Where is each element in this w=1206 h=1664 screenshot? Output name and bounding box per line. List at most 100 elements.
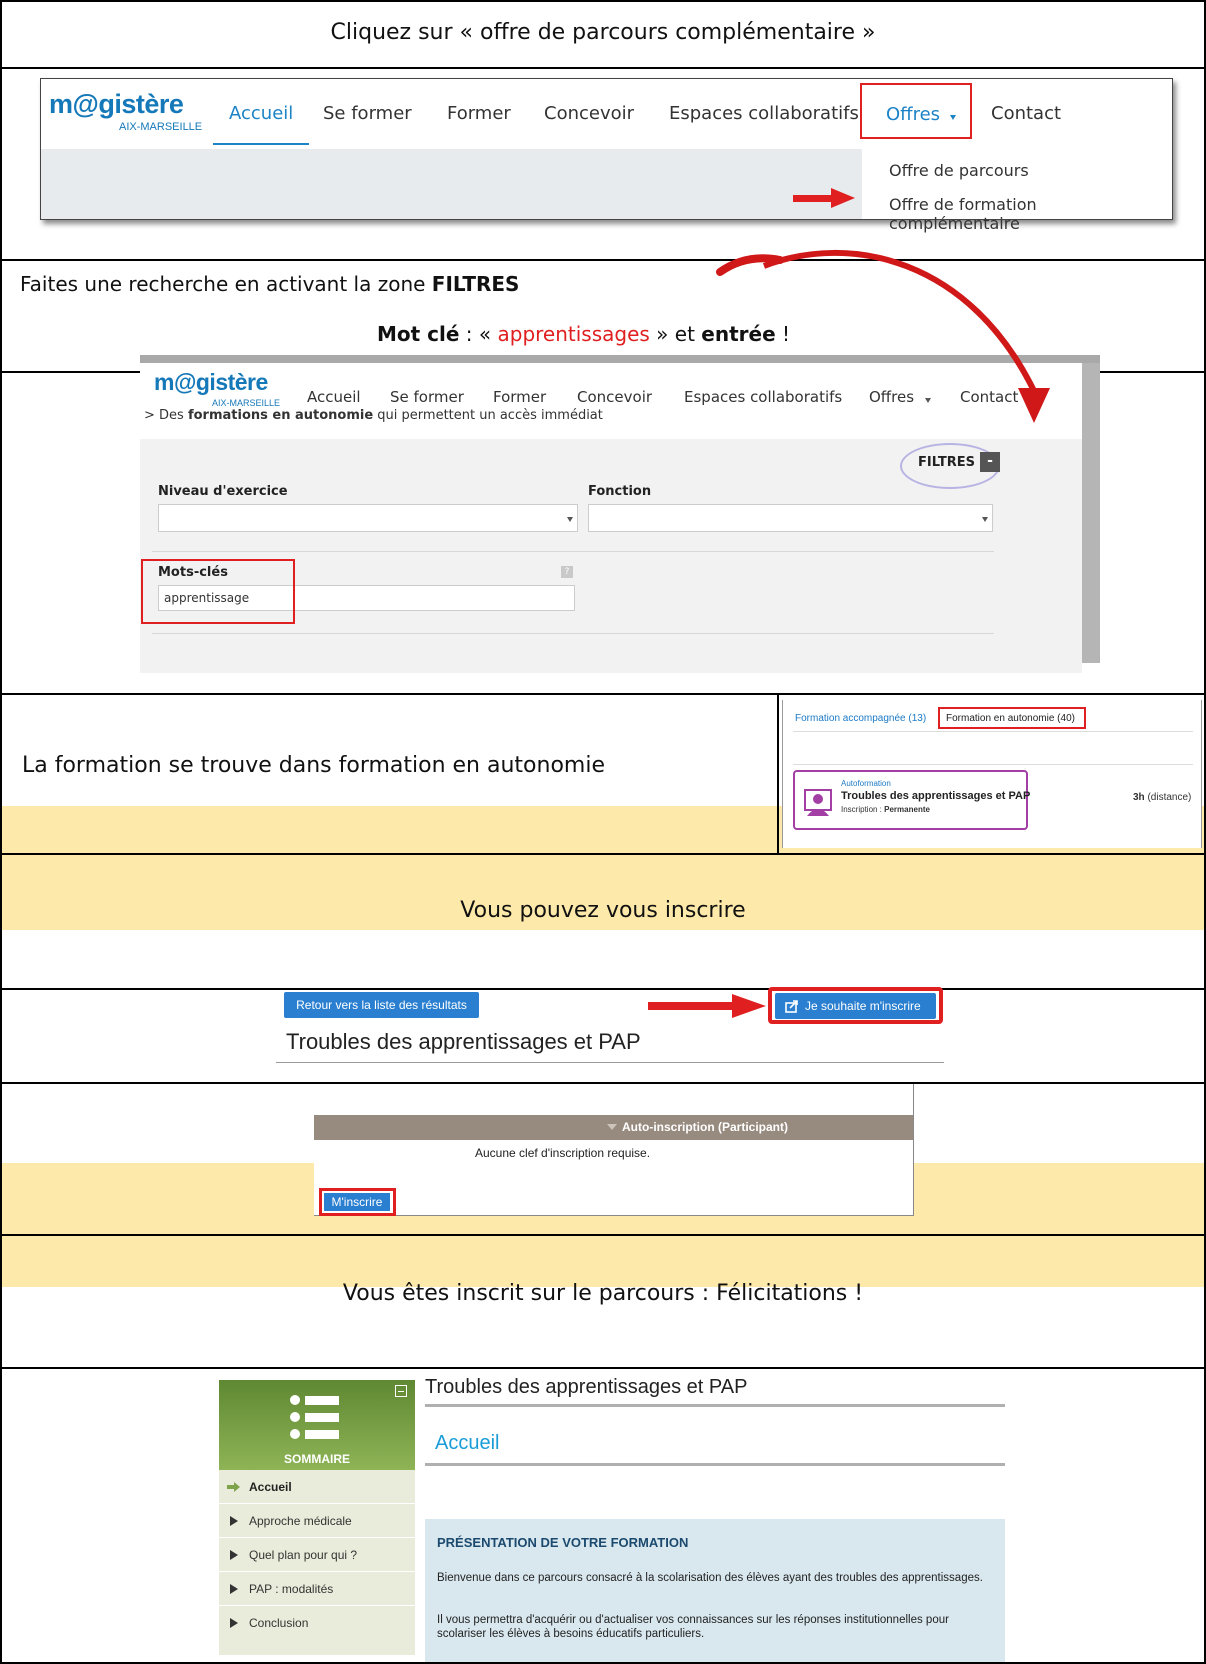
- card-duration-bold: 3h: [1133, 792, 1145, 803]
- menu-item-pap[interactable]: PAP : modalités: [219, 1572, 415, 1606]
- fonction-select[interactable]: [588, 504, 993, 532]
- tabs-underline: [793, 731, 1193, 732]
- keyword-value: apprentissages: [497, 322, 650, 346]
- screenshot-right-bar: [1082, 363, 1100, 663]
- triangle-right-icon: [230, 1550, 238, 1560]
- help-icon[interactable]: ?: [561, 566, 573, 578]
- tab-autonomie[interactable]: Formation en autonomie (40): [946, 713, 1075, 724]
- caret-down-icon: [607, 1124, 617, 1130]
- magistere-nav-screenshot: m@gistère AIX-MARSEILLE Accueil Se forme…: [40, 78, 1173, 233]
- filters-label[interactable]: FILTRES: [918, 455, 975, 470]
- step3-text: La formation se trouve dans formation en…: [22, 753, 605, 778]
- triangle-right-icon: [230, 1584, 238, 1594]
- arrow-right-icon: [793, 188, 855, 208]
- enrol-me-button[interactable]: M'inscrire: [324, 1193, 390, 1211]
- table-border: [0, 1234, 1206, 1236]
- keyword-sep: : «: [459, 322, 498, 346]
- caret-down-icon: [567, 517, 573, 522]
- presentation-paragraph-2: Il vous permettra d'acquérir ou d'actual…: [437, 1614, 949, 1640]
- presentation-title: PRÉSENTATION DE VOTRE FORMATION: [437, 1535, 689, 1550]
- keyword-label: Mot clé: [377, 322, 460, 346]
- menu-item-conclusion[interactable]: Conclusion: [219, 1606, 415, 1640]
- step1-instruction: Cliquez sur « offre de parcours compléme…: [330, 20, 876, 45]
- keyword-mid: » et: [649, 322, 702, 346]
- nav-offres[interactable]: Offres: [886, 104, 940, 125]
- caret-down-icon: [950, 115, 956, 120]
- tab-accompagnee[interactable]: Formation accompagnée (13): [795, 713, 926, 724]
- back-to-results-button[interactable]: Retour vers la liste des résultats: [284, 992, 479, 1018]
- card-duration: 3h (distance): [1133, 792, 1191, 803]
- table-border: [0, 0, 2, 1664]
- nav-espaces-collaboratifs[interactable]: Espaces collaboratifs: [669, 103, 859, 124]
- sommaire-header: SOMMAIRE: [219, 1380, 415, 1470]
- card-inscription: Inscription : Permanente: [841, 805, 930, 814]
- course-home-screenshot: SOMMAIRE Accueil Approche médicale Quel …: [219, 1380, 419, 1655]
- triangle-right-icon: [230, 1516, 238, 1526]
- collapse-icon[interactable]: [395, 1385, 407, 1397]
- collapse-icon-bar: [398, 1391, 404, 1392]
- self-enrol-screenshot: Auto-inscription (Participant) Aucune cl…: [314, 1084, 914, 1216]
- table-border: [0, 1367, 1206, 1369]
- menu-offre-formation-complementaire[interactable]: Offre de formation complémentaire: [889, 195, 1172, 233]
- table-border: [0, 0, 1206, 2]
- nav2-accueil[interactable]: Accueil: [307, 388, 361, 406]
- home-course-title: Troubles des apprentissages et PAP: [425, 1376, 748, 1398]
- results-screenshot: Formation accompagnée (13) Formation en …: [782, 700, 1202, 848]
- intro-rest: qui permettent un accès immédiat: [373, 408, 603, 423]
- menu-offre-parcours[interactable]: Offre de parcours: [889, 161, 1029, 180]
- step2-instruction-text: Faites une recherche en activant la zone: [20, 272, 432, 296]
- sommaire-label: SOMMAIRE: [284, 1452, 350, 1466]
- arrow-right-icon: [227, 1482, 240, 1492]
- magistere-logo-sub-2: AIX-MARSEILLE: [212, 398, 281, 408]
- step7-text: Vous êtes inscrit sur le parcours : Féli…: [342, 1281, 864, 1306]
- course-title: Troubles des apprentissages et PAP: [286, 1029, 641, 1054]
- menu-item-label: PAP : modalités: [249, 1582, 334, 1596]
- table-border: [0, 693, 1206, 695]
- arrow-right-icon: [648, 994, 766, 1018]
- niveau-select[interactable]: [158, 504, 578, 532]
- subscribe-button[interactable]: Je souhaite m'inscrire: [775, 993, 936, 1019]
- menu-item-approche[interactable]: Approche médicale: [219, 1504, 415, 1538]
- card-duration-rest: (distance): [1144, 792, 1192, 803]
- card-inscription-value: Permanente: [884, 805, 930, 814]
- nav-contact[interactable]: Contact: [991, 103, 1061, 124]
- filters-bottom-divider: [152, 633, 994, 634]
- nav-se-former[interactable]: Se former: [323, 103, 412, 124]
- magistere-logo-sub: AIX-MARSEILLE: [119, 121, 203, 133]
- results-separator: [793, 764, 1193, 765]
- menu-item-plan[interactable]: Quel plan pour qui ?: [219, 1538, 415, 1572]
- fonction-label: Fonction: [588, 484, 652, 499]
- menu-item-label: Approche médicale: [249, 1514, 352, 1528]
- nav-concevoir[interactable]: Concevoir: [544, 103, 634, 124]
- motscles-highlight-box: [141, 559, 295, 624]
- nav2-se-former[interactable]: Se former: [390, 388, 464, 406]
- nav2-concevoir[interactable]: Concevoir: [577, 388, 652, 406]
- card-title[interactable]: Troubles des apprentissages et PAP: [841, 790, 1030, 802]
- curved-arrow-icon: [716, 249, 1050, 423]
- home-section-rule: [425, 1463, 1005, 1466]
- magistere-logo[interactable]: m@gistère: [49, 89, 184, 120]
- offres-highlight-box[interactable]: Offres: [860, 83, 972, 139]
- filters-toggle-button[interactable]: -: [980, 452, 1000, 472]
- menu-item-label: Conclusion: [249, 1616, 309, 1630]
- triangle-right-icon: [230, 1618, 238, 1628]
- niveau-label: Niveau d'exercice: [158, 484, 288, 499]
- menu-item-accueil[interactable]: Accueil: [219, 1470, 415, 1504]
- magistere-logo-2[interactable]: m@gistère: [154, 369, 268, 396]
- nav-former[interactable]: Former: [447, 103, 511, 124]
- step2-instruction: Faites une recherche en activant la zone…: [20, 272, 519, 296]
- caret-down-icon: [982, 517, 988, 522]
- list-icon: [290, 1395, 339, 1439]
- home-title-rule: [425, 1404, 1005, 1407]
- no-key-text: Aucune clef d'inscription requise.: [475, 1146, 651, 1160]
- step4-text: Vous pouvez vous inscrire: [460, 898, 746, 923]
- home-section-title: Accueil: [435, 1432, 500, 1454]
- autoformation-icon: [804, 789, 832, 816]
- nav2-former[interactable]: Former: [493, 388, 546, 406]
- presentation-box: PRÉSENTATION DE VOTRE FORMATION Bienvenu…: [425, 1519, 1005, 1662]
- nav-accueil[interactable]: Accueil: [229, 103, 293, 124]
- card-inscription-label: Inscription :: [841, 805, 885, 814]
- step2-instruction-bold: FILTRES: [431, 272, 520, 296]
- card-type: Autoformation: [841, 779, 891, 788]
- subscribe-button-label: Je souhaite m'inscrire: [805, 999, 921, 1013]
